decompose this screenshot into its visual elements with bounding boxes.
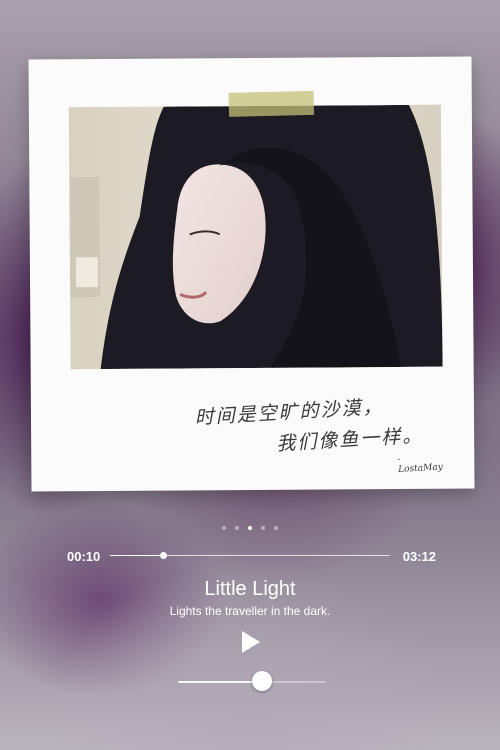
album-art-card[interactable]: 时间是空旷的沙漠， 我们像鱼一样。 - LostaMay (28, 56, 475, 492)
caption-signature: - LostaMay (397, 454, 444, 475)
play-icon (242, 631, 260, 653)
page-dot (274, 526, 278, 530)
volume-fill (178, 681, 263, 683)
total-time: 03:12 (402, 549, 436, 564)
song-title: Little Light (204, 578, 296, 600)
play-button[interactable] (236, 628, 266, 656)
current-time: 00:10 (67, 549, 101, 564)
volume-slider[interactable] (178, 671, 326, 691)
progress-bar[interactable] (110, 552, 390, 559)
caption-line-2: 我们像鱼一样。 (275, 424, 424, 456)
page-dot (261, 526, 265, 530)
progress-fill (110, 555, 164, 556)
album-photo (68, 104, 443, 370)
tape-strip (228, 90, 315, 117)
page-dot (248, 526, 252, 530)
handwritten-caption: 时间是空旷的沙漠， 我们像鱼一样。 - LostaMay (194, 388, 449, 487)
page-dot (222, 526, 226, 530)
page-dot (235, 526, 239, 530)
page-indicator (222, 526, 278, 530)
song-subtitle: Lights the traveller in the dark. (169, 604, 331, 618)
